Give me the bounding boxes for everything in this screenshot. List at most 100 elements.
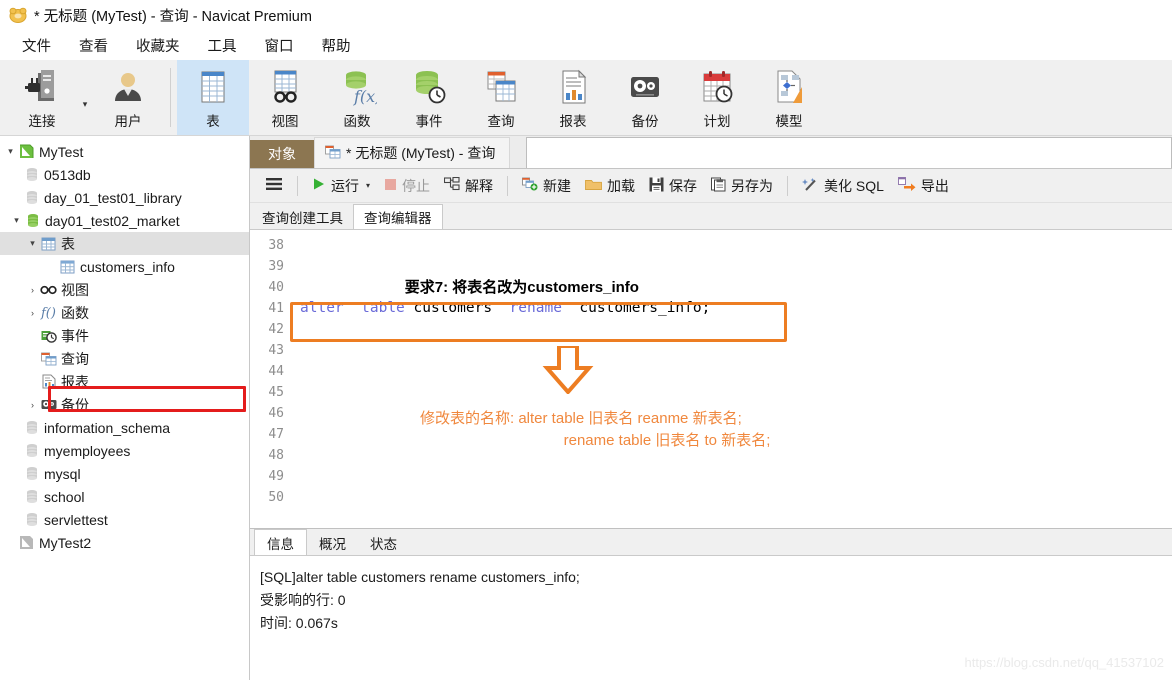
line-number-gutter: 38 39 40 41 42 43 44 45 46 47 48 49 50 (250, 230, 292, 528)
connection-dropdown-caret-icon[interactable]: ▾ (78, 60, 92, 135)
menu-help[interactable]: 帮助 (308, 32, 365, 59)
tree-node-information-schema[interactable]: information_schema (0, 416, 249, 439)
menu-window[interactable]: 窗口 (251, 32, 308, 59)
run-button[interactable]: 运行 ▾ (305, 173, 377, 199)
object-tree-sidebar[interactable]: ▾ MyTest 0513db day_01_test01_library ▾ … (0, 136, 250, 680)
hamburger-menu-button[interactable] (258, 174, 290, 197)
line-number: 48 (268, 448, 284, 463)
chevron-down-icon[interactable]: ▾ (366, 181, 370, 190)
reports-folder-icon (39, 374, 58, 389)
tree-node-backups-folder[interactable]: › 备份 (0, 393, 249, 416)
main-panel: 对象 * 无标题 (MyTest) - 查询 运行 ▾ 停止 解释 新建 加载 … (250, 136, 1172, 680)
export-label: 导出 (920, 177, 949, 194)
events-folder-icon (39, 329, 58, 343)
tab-profile[interactable]: 概况 (307, 531, 358, 555)
line-number: 50 (268, 490, 284, 505)
query-tab-icon (325, 145, 341, 162)
ribbon-view-button[interactable]: 视图 (249, 60, 321, 135)
tree-node-views-folder[interactable]: › 视图 (0, 278, 249, 301)
tree-node-mysql[interactable]: mysql (0, 462, 249, 485)
server-connection-icon (17, 144, 36, 159)
save-as-button[interactable]: 另存为 (704, 173, 780, 199)
database-gray-icon (22, 167, 41, 182)
tree-node-day01-test02-market[interactable]: ▾ day01_test02_market (0, 209, 249, 232)
query-action-toolbar: 运行 ▾ 停止 解释 新建 加载 保存 另存为 美化 SQL 导出 (250, 169, 1172, 203)
tree-label: information_schema (44, 419, 171, 436)
new-query-icon (522, 177, 538, 194)
line-number: 41 (268, 301, 284, 316)
ribbon-event-button[interactable]: 事件 (393, 60, 465, 135)
beautify-sql-button[interactable]: 美化 SQL (795, 173, 891, 199)
tree-node-events-folder[interactable]: 事件 (0, 324, 249, 347)
tree-node-0513db[interactable]: 0513db (0, 163, 249, 186)
tree-node-servlettest[interactable]: servlettest (0, 508, 249, 531)
export-button[interactable]: 导出 (891, 173, 956, 199)
chevron-right-icon[interactable]: › (26, 400, 39, 410)
ribbon-connection-button[interactable]: 连接 (6, 60, 78, 135)
svg-text:f(): f() (40, 306, 56, 320)
tree-node-mytest[interactable]: ▾ MyTest (0, 140, 249, 163)
chevron-down-icon[interactable]: ▾ (4, 146, 17, 157)
tree-label: school (44, 488, 85, 505)
menu-tools[interactable]: 工具 (194, 32, 251, 59)
query-sub-tabs: 查询创建工具 查询编辑器 (250, 203, 1172, 229)
tree-label: 函数 (61, 304, 89, 321)
server-connection-gray-icon (17, 535, 36, 550)
tab-query-builder[interactable]: 查询创建工具 (252, 205, 353, 229)
chevron-down-icon[interactable]: ▾ (10, 215, 23, 226)
ribbon-schedule-button[interactable]: 计划 (681, 60, 753, 135)
report-icon (553, 65, 593, 109)
ribbon-query-button[interactable]: 查询 (465, 60, 537, 135)
menu-view[interactable]: 查看 (65, 32, 122, 59)
result-line-time: 时间: 0.067s (260, 615, 338, 631)
ribbon-user-button[interactable]: 用户 (92, 60, 164, 135)
tab-message[interactable]: 信息 (254, 529, 307, 555)
code-line: 要求7: 将表名改为customers_info (292, 256, 1172, 296)
chevron-down-icon[interactable]: ▾ (26, 238, 39, 249)
sql-code-area[interactable]: 要求7: 将表名改为customers_info alter table cus… (292, 230, 1172, 528)
function-icon: f(x) (337, 65, 377, 109)
ribbon-model-button[interactable]: 模型 (753, 60, 825, 135)
sql-editor[interactable]: 38 39 40 41 42 43 44 45 46 47 48 49 50 要… (250, 229, 1172, 528)
stop-button[interactable]: 停止 (377, 173, 437, 199)
tab-object[interactable]: 对象 (250, 140, 314, 168)
menu-favorites[interactable]: 收藏夹 (122, 32, 194, 59)
tree-label: mysql (44, 465, 81, 482)
export-arrow-icon (897, 177, 916, 194)
tree-node-myemployees[interactable]: myemployees (0, 439, 249, 462)
chevron-right-icon[interactable]: › (26, 308, 39, 318)
editor-tab-strip: 对象 * 无标题 (MyTest) - 查询 (250, 136, 1172, 169)
tab-query-untitled[interactable]: * 无标题 (MyTest) - 查询 (314, 137, 511, 168)
load-label: 加载 (607, 177, 636, 194)
tree-node-reports-folder[interactable]: 报表 (0, 370, 249, 393)
backup-icon (625, 65, 665, 109)
tree-node-school[interactable]: school (0, 485, 249, 508)
ribbon-backup-button[interactable]: 备份 (609, 60, 681, 135)
tree-node-customers-info[interactable]: customers_info (0, 255, 249, 278)
functions-folder-icon: f() (39, 305, 58, 320)
stop-square-icon (384, 178, 397, 194)
schedule-icon (697, 65, 737, 109)
tree-node-day01-test01-library[interactable]: day_01_test01_library (0, 186, 249, 209)
ribbon-table-button[interactable]: 表 (177, 60, 249, 135)
ribbon-function-button[interactable]: f(x) 函数 (321, 60, 393, 135)
tree-node-mytest2[interactable]: MyTest2 (0, 531, 249, 554)
tab-status[interactable]: 状态 (358, 531, 409, 555)
queries-folder-icon (39, 352, 58, 366)
save-button[interactable]: 保存 (642, 173, 704, 199)
chevron-right-icon[interactable]: › (26, 285, 39, 295)
tree-node-tables-folder[interactable]: ▾ 表 (0, 232, 249, 255)
tab-query-editor[interactable]: 查询编辑器 (353, 204, 443, 229)
tree-node-queries-folder[interactable]: 查询 (0, 347, 249, 370)
run-label: 运行 (331, 177, 359, 194)
new-button[interactable]: 新建 (515, 173, 578, 199)
load-button[interactable]: 加载 (578, 173, 642, 199)
menu-file[interactable]: 文件 (8, 32, 65, 59)
tree-node-functions-folder[interactable]: › f() 函数 (0, 301, 249, 324)
ribbon-report-button[interactable]: 报表 (537, 60, 609, 135)
sql-space (344, 300, 361, 316)
explain-button[interactable]: 解释 (437, 173, 500, 199)
